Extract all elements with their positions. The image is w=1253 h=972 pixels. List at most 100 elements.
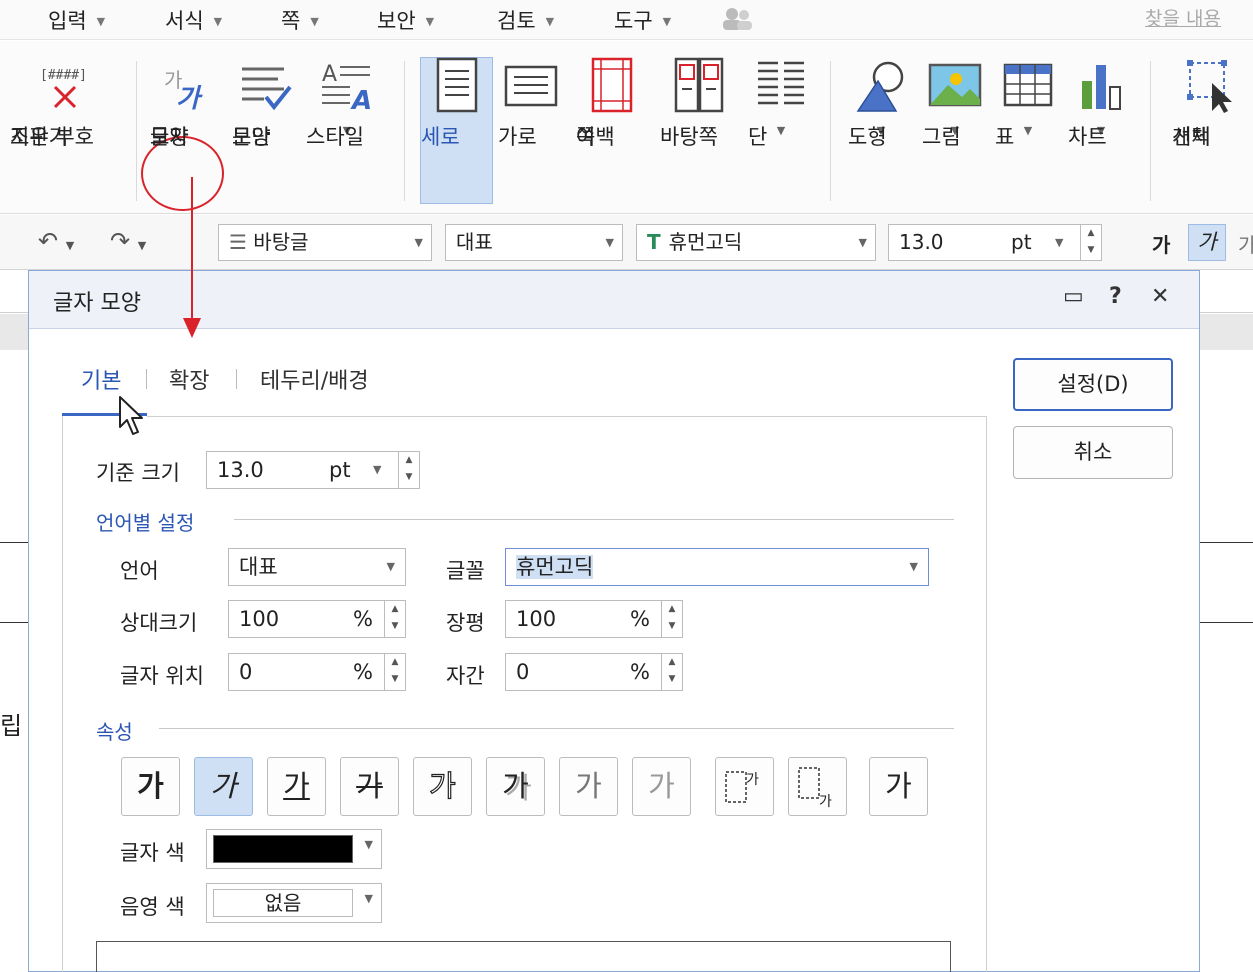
portrait-button[interactable]: 세로 — [421, 57, 493, 149]
underline-button-partial[interactable]: 가 — [1238, 229, 1253, 258]
select-object-button[interactable]: 개체 선택 — [1172, 57, 1250, 149]
base-size-input[interactable]: 13.0 pt ▼ ▲ ▼ — [206, 451, 420, 489]
svg-text:A: A — [350, 86, 372, 115]
spin-icon[interactable]: ▲ ▼ — [384, 600, 406, 638]
chevron-down-icon: ▼ — [310, 15, 319, 28]
para-shape-button[interactable]: 문단 모양 — [232, 57, 298, 149]
shadow-attr-button[interactable]: 가 — [486, 757, 545, 816]
char-position-label: 글자 위치 — [120, 664, 204, 688]
master-page-button[interactable]: 바탕쪽 — [660, 57, 738, 149]
tab-basic[interactable]: 기본 — [81, 363, 121, 395]
menu-review[interactable]: 검토 ▼ — [497, 5, 554, 35]
language-select[interactable]: 대표 ▼ — [228, 548, 406, 586]
clear-marks-button[interactable]: [####] 조판 부호 지우기 — [10, 57, 122, 149]
style-select[interactable]: ☰ 바탕글 ▼ — [218, 224, 432, 261]
font-select[interactable]: 휴먼고딕 ▼ — [505, 548, 929, 586]
font-size-input[interactable]: 13.0 pt ▼ ▲ ▼ — [888, 224, 1102, 261]
strikethrough-attr-button[interactable]: 가 — [340, 757, 399, 816]
ribbon-separator — [404, 61, 405, 201]
language-select[interactable]: 대표 ▼ — [445, 224, 623, 261]
text-color-picker[interactable]: ▼ — [206, 829, 382, 869]
mouse-cursor-icon — [119, 396, 143, 435]
menu-insert[interactable]: 입력 ▼ — [48, 5, 105, 35]
shade-color-picker[interactable]: 없음 ▼ — [206, 883, 382, 923]
menu-page[interactable]: 쪽 ▼ — [281, 5, 319, 35]
find-input[interactable]: 찾을 내용 — [1145, 4, 1253, 34]
relative-size-input[interactable]: 100 % ▲ ▼ — [228, 600, 406, 638]
engrave-attr-button[interactable]: 가 — [632, 757, 691, 816]
columns-button[interactable]: 단 ▼ — [748, 57, 814, 149]
tab-separator — [146, 369, 147, 389]
menu-tools[interactable]: 도구 ▼ — [614, 5, 671, 35]
tab-border-background[interactable]: 테두리/배경 — [260, 363, 369, 395]
landscape-page-icon — [504, 65, 558, 107]
red-arrow-line — [191, 177, 193, 320]
spin-icon[interactable]: ▲ ▼ — [661, 653, 683, 691]
format-toolbar: ↶ ▼ ↷ ▼ ☰ 바탕글 ▼ 대표 ▼ T 휴먼고딕 ▼ 13.0 pt ▼ ▲… — [0, 215, 1253, 270]
menu-bar: 입력 ▼ 서식 ▼ 쪽 ▼ 보안 ▼ 검토 ▼ 도구 ▼ 찾을 내용 — [0, 0, 1253, 40]
people-icon[interactable] — [720, 6, 754, 32]
cancel-button[interactable]: 취소 — [1013, 426, 1173, 479]
select-object-icon — [1187, 60, 1232, 113]
style-button[interactable]: A A 스타일 ▼ — [306, 57, 388, 149]
tab-extended[interactable]: 확장 — [169, 363, 209, 395]
menu-format[interactable]: 서식 ▼ — [165, 5, 222, 35]
dropdown-icon: ▼ — [605, 236, 614, 249]
width-ratio-label: 장평 — [446, 611, 485, 635]
shape-button[interactable]: 도형 ▼ — [848, 57, 914, 149]
section-attributes: 속성 — [96, 720, 133, 744]
close-icon[interactable]: ✕ — [1151, 284, 1169, 309]
basic-tab-panel — [62, 416, 987, 972]
tab-separator — [236, 369, 237, 389]
outline-attr-button[interactable]: 가 — [413, 757, 472, 816]
char-position-input[interactable]: 0 % ▲ ▼ — [228, 653, 406, 691]
preview-box — [96, 941, 951, 972]
bold-attr-button[interactable]: 가 — [121, 757, 180, 816]
char-spacing-input[interactable]: 0 % ▲ ▼ — [505, 653, 683, 691]
spin-icon[interactable]: ▲ ▼ — [661, 600, 683, 638]
table-border-line — [1200, 542, 1253, 543]
page-margin-button[interactable]: 쪽 여백 — [576, 57, 648, 149]
clear-marks-icon: [####] — [40, 68, 87, 109]
landscape-button[interactable]: 가로 — [498, 57, 564, 149]
help-icon[interactable]: ? — [1109, 284, 1122, 309]
ok-button[interactable]: 설정(D) — [1013, 358, 1173, 411]
ribbon-separator — [136, 61, 137, 201]
chevron-down-icon: ▼ — [425, 15, 435, 28]
bold-button[interactable]: 가 — [1152, 229, 1170, 258]
menu-security[interactable]: 보안 ▼ — [377, 5, 434, 35]
dropdown-icon: ▼ — [1055, 236, 1064, 249]
ribbon-separator — [1150, 61, 1151, 201]
spin-icon[interactable]: ▲ ▼ — [1080, 224, 1102, 261]
font-label: 글꼴 — [446, 559, 485, 583]
svg-text:가: 가 — [746, 772, 759, 788]
comment-icon[interactable]: ▭ — [1063, 284, 1084, 309]
font-select[interactable]: T 휴먼고딕 ▼ — [636, 224, 876, 261]
section-language-settings: 언어별 설정 — [96, 511, 195, 535]
dropdown-icon: ▼ — [909, 560, 918, 573]
char-shape-icon: 가 가 — [164, 68, 203, 114]
underline-attr-button[interactable]: 가 — [267, 757, 326, 816]
spin-icon[interactable]: ▲ ▼ — [384, 653, 406, 691]
text-color-label: 글자 색 — [120, 841, 185, 865]
italic-attr-button[interactable]: 가 — [194, 757, 253, 816]
spin-icon[interactable]: ▲ ▼ — [398, 451, 420, 489]
char-shape-button[interactable]: 가 가 글자 모양 — [150, 57, 216, 149]
svg-text:가: 가 — [819, 794, 832, 810]
undo-icon[interactable]: ↶ ▼ — [38, 227, 74, 255]
chart-button[interactable]: 차트 ▼ — [1068, 57, 1134, 149]
dialog-title-bar: 글자 모양 ▭ ? ✕ — [29, 271, 1199, 329]
picture-button[interactable]: 그림 ▼ — [922, 57, 988, 149]
normal-attr-button[interactable]: 가 — [869, 757, 928, 816]
chart-icon — [1082, 65, 1121, 110]
char-spacing-label: 자간 — [446, 664, 485, 688]
emboss-attr-button[interactable]: 가 — [559, 757, 618, 816]
width-ratio-input[interactable]: 100 % ▲ ▼ — [505, 600, 683, 638]
subscript-attr-button[interactable]: 가 — [788, 757, 847, 816]
svg-text:가: 가 — [176, 84, 203, 114]
redo-icon[interactable]: ↷ ▼ — [110, 227, 146, 255]
page-margin-icon — [591, 57, 633, 113]
table-button[interactable]: 표 ▼ — [995, 57, 1061, 149]
superscript-attr-button[interactable]: 가 — [715, 757, 774, 816]
italic-button[interactable]: 가 — [1188, 224, 1226, 261]
